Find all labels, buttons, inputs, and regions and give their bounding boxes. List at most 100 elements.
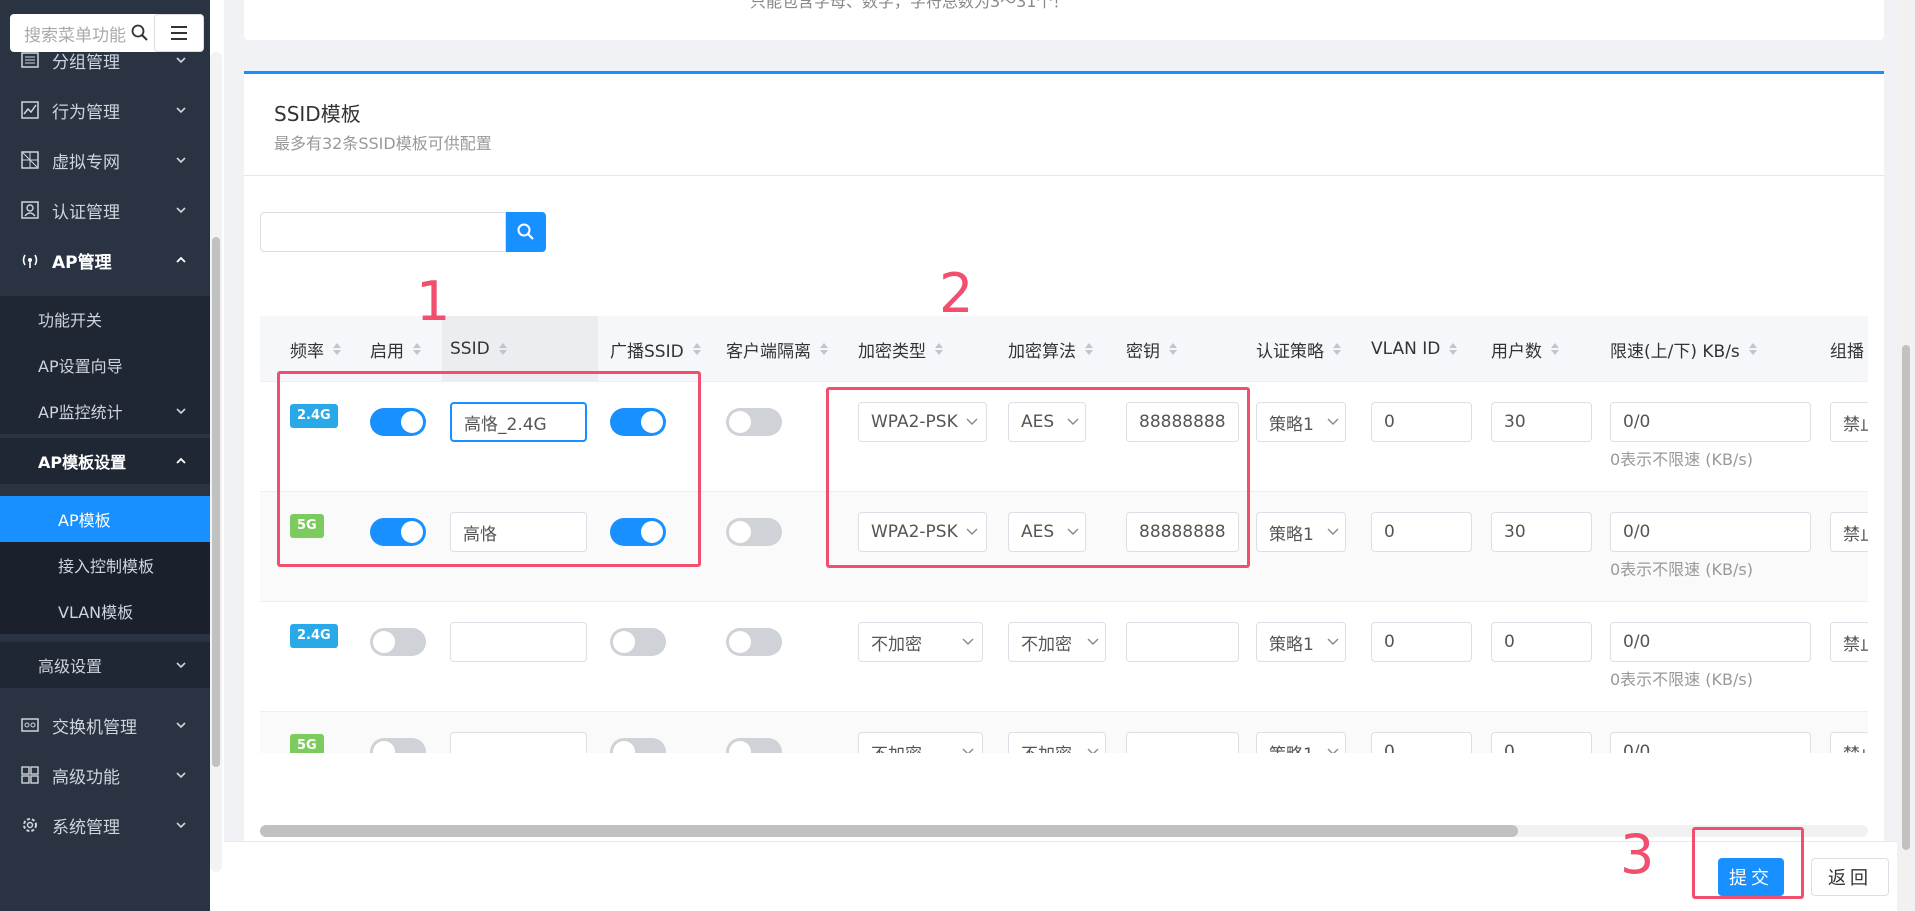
vlan-id-input[interactable]: 0 <box>1371 732 1472 753</box>
sidebar-item-feature-switch[interactable]: 功能开关 <box>0 296 210 342</box>
sidebar-item-ap-wizard[interactable]: AP设置向导 <box>0 342 210 388</box>
page-scrollbar-thumb[interactable] <box>1902 345 1910 850</box>
sort-icon[interactable] <box>1332 341 1342 357</box>
toggle-knob <box>729 741 751 753</box>
sort-icon[interactable] <box>1084 341 1094 357</box>
broadcast-ssid-toggle[interactable] <box>610 738 666 753</box>
sidebar-item-advanced-settings[interactable]: 高级设置 <box>0 642 210 688</box>
sort-icon[interactable] <box>332 341 342 357</box>
column-header[interactable]: 加密算法 <box>1008 316 1094 382</box>
sub-label: VLAN模板 <box>58 603 134 622</box>
key-input[interactable] <box>1126 622 1239 662</box>
top-card: 只能包含字母、数字，字符总数为3～31个！ <box>244 0 1884 40</box>
menu-auth-management[interactable]: 认证管理 <box>0 186 210 234</box>
user-count-input[interactable]: 0 <box>1491 732 1592 753</box>
annotation-box-1 <box>277 371 701 567</box>
select-value: 策略1 <box>1269 414 1314 435</box>
toggle-knob <box>373 631 395 653</box>
sort-icon[interactable] <box>498 341 508 357</box>
auth-policy-select[interactable]: 策略1 <box>1256 732 1346 753</box>
auth-policy-select[interactable]: 策略1 <box>1256 512 1346 552</box>
sort-icon[interactable] <box>819 341 829 357</box>
client-isolation-toggle[interactable] <box>726 408 782 436</box>
client-isolation-toggle[interactable] <box>726 518 782 546</box>
user-count-input[interactable]: 0 <box>1491 622 1592 662</box>
sidebar-item-ap-template[interactable]: AP模板 <box>0 496 210 542</box>
menu-system-management[interactable]: 系统管理 <box>0 801 210 849</box>
page-scrollbar[interactable] <box>1897 0 1915 911</box>
column-header[interactable]: VLAN ID <box>1371 316 1458 382</box>
sort-icon[interactable] <box>1448 341 1458 357</box>
rate-limit-input[interactable]: 0/0 <box>1610 732 1811 753</box>
column-header[interactable]: 客户端隔离 <box>726 316 829 382</box>
chevron-down-icon <box>962 638 974 645</box>
encryption-type-select[interactable]: 不加密 <box>858 622 983 662</box>
vlan-id-input[interactable]: 0 <box>1371 402 1472 442</box>
ssid-input[interactable] <box>450 732 587 753</box>
sort-icon[interactable] <box>1550 341 1560 357</box>
chart-icon <box>21 101 39 119</box>
encryption-type-select[interactable]: 不加密 <box>858 732 983 753</box>
sort-icon[interactable] <box>412 341 422 357</box>
encryption-algorithm-select[interactable]: 不加密 <box>1008 732 1106 753</box>
enable-toggle[interactable] <box>370 628 426 656</box>
table-search-input[interactable] <box>260 212 506 252</box>
auth-policy-select[interactable]: 策略1 <box>1256 622 1346 662</box>
sort-icon[interactable] <box>934 341 944 357</box>
vlan-id-input[interactable]: 0 <box>1371 622 1472 662</box>
menu-label: 系统管理 <box>52 817 120 838</box>
user-card-icon <box>21 201 39 219</box>
sort-icon[interactable] <box>1748 341 1758 357</box>
rate-limit-input[interactable]: 0/0 <box>1610 622 1811 662</box>
column-header[interactable]: 认证策略 <box>1256 316 1342 382</box>
column-header[interactable]: 密钥 <box>1126 316 1178 382</box>
sidebar-scrollbar-thumb[interactable] <box>212 237 220 767</box>
menu-label: 高级功能 <box>52 767 120 788</box>
client-isolation-toggle[interactable] <box>726 628 782 656</box>
sidebar-item-access-control-template[interactable]: 接入控制模板 <box>0 542 210 588</box>
hamburger-icon <box>171 26 187 40</box>
card-subtitle: 最多有32条SSID模板可供配置 <box>274 134 492 153</box>
multicast-select[interactable]: 禁止 <box>1830 512 1868 552</box>
column-header[interactable]: 加密类型 <box>858 316 944 382</box>
menu-switch-management[interactable]: 交换机管理 <box>0 701 210 749</box>
sort-icon[interactable] <box>1168 341 1178 357</box>
user-count-input[interactable]: 30 <box>1491 402 1592 442</box>
multicast-select[interactable]: 禁止 <box>1830 732 1868 753</box>
menu-vpn[interactable]: 虚拟专网 <box>0 136 210 184</box>
column-header[interactable]: 组播 <box>1830 316 1864 382</box>
chevron-down-icon <box>176 157 186 164</box>
menu-advanced-features[interactable]: 高级功能 <box>0 751 210 799</box>
search-icon[interactable] <box>130 23 150 43</box>
sidebar-item-ap-template-settings[interactable]: AP模板设置 <box>0 438 210 484</box>
multicast-select[interactable]: 禁止 <box>1830 622 1868 662</box>
multicast-select[interactable]: 禁止 <box>1830 402 1868 442</box>
menu-toggle-button[interactable] <box>154 14 204 52</box>
sidebar-scrollbar[interactable] <box>210 52 222 872</box>
rate-limit-input[interactable]: 0/0 <box>1610 402 1811 442</box>
ssid-input[interactable] <box>450 622 587 662</box>
column-header[interactable]: 用户数 <box>1491 316 1560 382</box>
column-header[interactable]: 限速(上/下) KB/s <box>1610 316 1758 382</box>
column-header-label: 加密类型 <box>858 341 926 362</box>
key-input[interactable] <box>1126 732 1239 753</box>
client-isolation-toggle[interactable] <box>726 738 782 753</box>
grid-icon <box>21 766 39 784</box>
encryption-algorithm-select[interactable]: 不加密 <box>1008 622 1106 662</box>
chevron-down-icon <box>176 722 186 729</box>
back-button[interactable]: 返回 <box>1811 858 1889 896</box>
sort-icon[interactable] <box>692 341 702 357</box>
hscroll-thumb[interactable] <box>260 825 1518 837</box>
menu-behavior-management[interactable]: 行为管理 <box>0 86 210 134</box>
enable-toggle[interactable] <box>370 738 426 753</box>
broadcast-ssid-toggle[interactable] <box>610 628 666 656</box>
user-count-input[interactable]: 30 <box>1491 512 1592 552</box>
table-search-button[interactable] <box>506 212 546 252</box>
column-header-label: SSID <box>450 339 490 359</box>
sidebar-item-vlan-template[interactable]: VLAN模板 <box>0 588 210 634</box>
auth-policy-select[interactable]: 策略1 <box>1256 402 1346 442</box>
sidebar-item-ap-monitor[interactable]: AP监控统计 <box>0 388 210 434</box>
rate-limit-input[interactable]: 0/0 <box>1610 512 1811 552</box>
menu-ap-management[interactable]: AP管理 <box>0 236 210 284</box>
vlan-id-input[interactable]: 0 <box>1371 512 1472 552</box>
